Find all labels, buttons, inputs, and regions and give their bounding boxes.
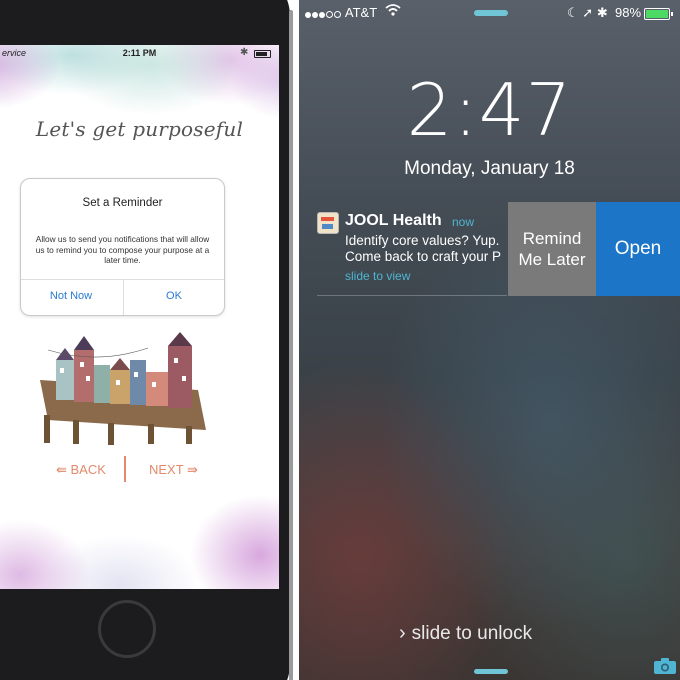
location-icon: ➚ (582, 5, 594, 20)
lock-date: Monday, January 18 (404, 158, 575, 179)
next-button[interactable]: NEXT ⇛ (149, 462, 198, 478)
page-title: Let's get purposeful (35, 117, 244, 141)
town-illustration (40, 332, 206, 445)
left-phone-panel: ervice 2:11 PM ✱ Let's get purposeful Se… (0, 0, 298, 680)
bluetooth-icon: ✱ (596, 5, 608, 20)
remind-label-line-1: Remind (522, 229, 582, 248)
camera-icon[interactable] (653, 657, 677, 675)
battery-icon (254, 50, 271, 58)
signal-status: AT&T (305, 5, 377, 21)
chevron-right-icon: › (399, 622, 406, 644)
notification-body: Identify core values? Yup. Come back to … (345, 233, 513, 265)
remind-label-line-2: Me Later (518, 250, 586, 269)
lock-screen-panel: AT&T ☾ ➚ ✱ 98% 2:47 Monday, January 18 J… (299, 0, 680, 680)
dialog-message: Allow us to send you notifications that … (35, 234, 210, 265)
status-icons: ☾ ➚ ✱ (567, 5, 608, 21)
unlock-label: slide to unlock (411, 623, 533, 644)
jool-app-icon (317, 212, 339, 234)
notification-app-name: JOOL Health (345, 212, 442, 229)
notification-center-grabber[interactable] (474, 10, 508, 16)
battery-icon (644, 8, 673, 20)
slide-to-view-hint: slide to view (345, 269, 411, 283)
control-center-grabber[interactable] (474, 669, 508, 674)
carrier-name: AT&T (344, 5, 378, 20)
open-button[interactable]: Open (596, 202, 680, 296)
remind-me-later-button[interactable]: Remind Me Later (508, 202, 596, 296)
bluetooth-icon: ✱ (240, 47, 249, 58)
notification-line-2: Come back to craft your P (345, 249, 502, 264)
home-button[interactable] (98, 600, 156, 658)
lock-clock: 2:47 (406, 68, 573, 152)
back-button[interactable]: ⇚ BACK (56, 462, 106, 478)
moon-icon: ☾ (567, 5, 579, 20)
battery-percent: 98% (615, 5, 642, 20)
reminder-dialog: Set a Reminder Allow us to send you noti… (20, 178, 225, 316)
nav-divider (124, 456, 126, 482)
wifi-icon (385, 4, 401, 16)
notification-line-1: Identify core values? Yup. (345, 233, 500, 248)
phone-screen: ervice 2:11 PM ✱ Let's get purposeful Se… (0, 45, 279, 589)
status-time: 2:11 PM (122, 48, 157, 58)
slide-to-unlock[interactable]: › slide to unlock (399, 622, 532, 645)
dialog-title: Set a Reminder (82, 197, 163, 209)
watercolor-bottom (0, 475, 279, 589)
notification-time: now (452, 215, 475, 229)
ok-button[interactable]: OK (124, 290, 224, 302)
notification-separator (317, 295, 507, 296)
status-bar: ervice 2:11 PM ✱ (0, 47, 279, 63)
not-now-button[interactable]: Not Now (21, 290, 121, 302)
signal-strength-icon (305, 6, 342, 21)
